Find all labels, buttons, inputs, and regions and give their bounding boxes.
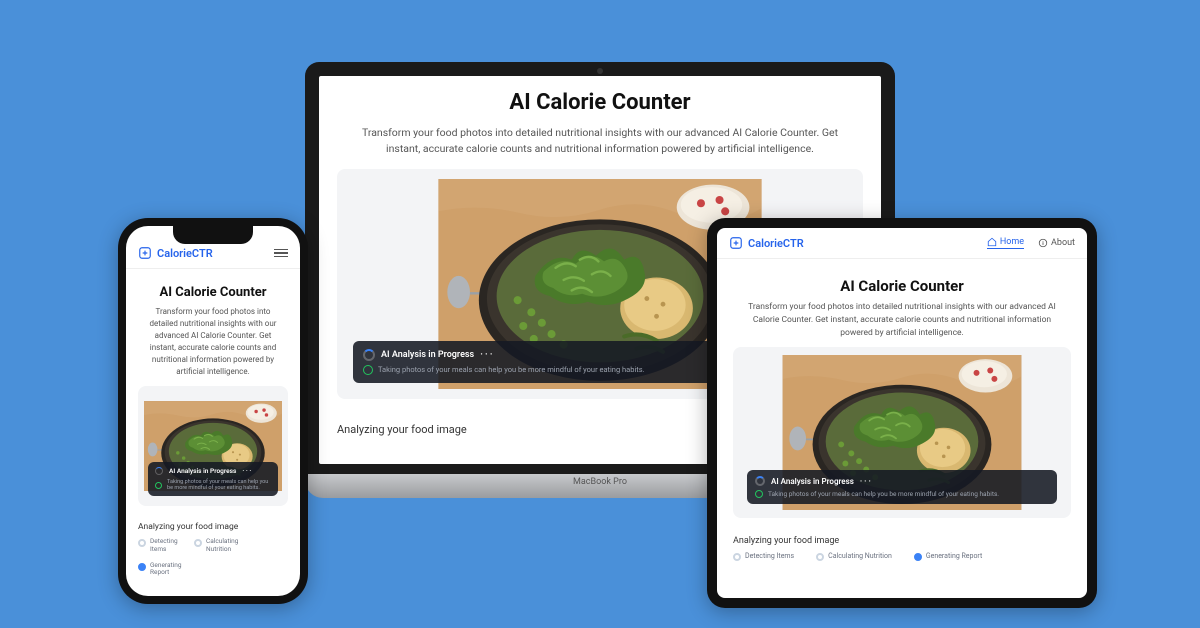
bulb-icon	[155, 482, 162, 489]
analysis-overlay: AI Analysis in Progress · · · Taking pho…	[747, 470, 1057, 504]
bulb-icon	[363, 365, 373, 375]
menu-icon[interactable]	[274, 249, 288, 258]
steps-row: Detecting Items Calculating Nutrition Ge…	[138, 538, 288, 577]
phone-screen: CalorieCTR AI Calorie Counter Transform …	[126, 226, 300, 596]
page-description: Transform your food photos into detailed…	[733, 301, 1071, 339]
tablet-mockup: CalorieCTR Home About AI Calorie Counter…	[707, 218, 1097, 608]
spinner-icon	[363, 349, 375, 361]
page-title: AI Calorie Counter	[138, 285, 288, 300]
nav-links: Home About	[987, 237, 1075, 249]
status-section: Analyzing your food image Detecting Item…	[126, 516, 300, 583]
image-card: AI Analysis in Progress · · · Taking pho…	[733, 347, 1071, 518]
brand[interactable]: CalorieCTR	[729, 236, 804, 250]
overlay-tip: Taking photos of your meals can help you…	[167, 479, 271, 491]
steps-row: Detecting Items Calculating Nutrition Ge…	[733, 552, 1071, 561]
status-label: Analyzing your food image	[138, 522, 288, 532]
info-icon	[1038, 238, 1048, 248]
step-dot	[914, 553, 922, 561]
step-label: Detecting Items	[745, 552, 794, 560]
step-detecting: Detecting Items	[733, 552, 794, 561]
overlay-title-row: AI Analysis in Progress · · ·	[155, 467, 271, 475]
step-label: Calculating Nutrition	[828, 552, 892, 560]
tablet-screen: CalorieCTR Home About AI Calorie Counter…	[717, 228, 1087, 598]
page-title: AI Calorie Counter	[337, 90, 863, 115]
overlay-dots: · · ·	[860, 477, 871, 486]
phone-notch	[173, 226, 253, 244]
overlay-title: AI Analysis in Progress	[381, 350, 474, 360]
step-dot	[194, 539, 202, 547]
hero-section: AI Calorie Counter Transform your food p…	[717, 259, 1087, 528]
page-description: Transform your food photos into detailed…	[138, 306, 288, 378]
home-icon	[987, 237, 997, 247]
step-generating: Generating Report	[138, 562, 186, 578]
step-dot	[138, 539, 146, 547]
brand[interactable]: CalorieCTR	[138, 246, 213, 260]
camera-dot	[597, 68, 603, 74]
tablet-header: CalorieCTR Home About	[717, 228, 1087, 259]
nav-about-label: About	[1051, 238, 1075, 248]
overlay-dots: · · ·	[480, 350, 492, 360]
step-dot	[816, 553, 824, 561]
tablet-bezel: CalorieCTR Home About AI Calorie Counter…	[707, 218, 1097, 608]
laptop-label: MacBook Pro	[573, 477, 627, 487]
page-title: AI Calorie Counter	[733, 277, 1071, 295]
overlay-tip: Taking photos of your meals can help you…	[378, 365, 645, 374]
nav-home[interactable]: Home	[987, 237, 1024, 249]
phone-bezel: CalorieCTR AI Calorie Counter Transform …	[118, 218, 308, 604]
brand-icon	[729, 236, 743, 250]
step-label: Generating Report	[150, 562, 186, 578]
overlay-tip-row: Taking photos of your meals can help you…	[755, 490, 1049, 498]
page-description: Transform your food photos into detailed…	[337, 125, 863, 157]
step-calculating: Calculating Nutrition	[194, 538, 242, 554]
brand-name: CalorieCTR	[157, 247, 213, 260]
overlay-title: AI Analysis in Progress	[771, 477, 854, 486]
step-label: Calculating Nutrition	[206, 538, 242, 554]
brand-icon	[138, 246, 152, 260]
step-label: Detecting Items	[150, 538, 186, 554]
hero-section: AI Calorie Counter Transform your food p…	[126, 269, 300, 516]
spinner-icon	[755, 476, 765, 486]
step-dot	[733, 553, 741, 561]
status-label: Analyzing your food image	[733, 536, 1071, 546]
step-detecting: Detecting Items	[138, 538, 186, 554]
step-calculating: Calculating Nutrition	[816, 552, 892, 561]
spinner-icon	[155, 467, 163, 475]
overlay-title: AI Analysis in Progress	[169, 467, 236, 475]
step-dot	[138, 563, 146, 571]
phone-mockup: CalorieCTR AI Calorie Counter Transform …	[118, 218, 308, 604]
overlay-tip: Taking photos of your meals can help you…	[768, 490, 999, 498]
image-card: AI Analysis in Progress · · · Taking pho…	[138, 386, 288, 506]
nav-home-label: Home	[1000, 237, 1024, 247]
status-section: Analyzing your food image Detecting Item…	[717, 528, 1087, 569]
step-label: Generating Report	[926, 552, 982, 560]
bulb-icon	[755, 490, 763, 498]
step-generating: Generating Report	[914, 552, 982, 561]
overlay-tip-row: Taking photos of your meals can help you…	[155, 479, 271, 491]
nav-about[interactable]: About	[1038, 237, 1075, 249]
analysis-overlay: AI Analysis in Progress · · · Taking pho…	[148, 462, 278, 496]
brand-name: CalorieCTR	[748, 237, 804, 250]
overlay-dots: · · ·	[242, 467, 251, 475]
overlay-title-row: AI Analysis in Progress · · ·	[755, 476, 1049, 486]
